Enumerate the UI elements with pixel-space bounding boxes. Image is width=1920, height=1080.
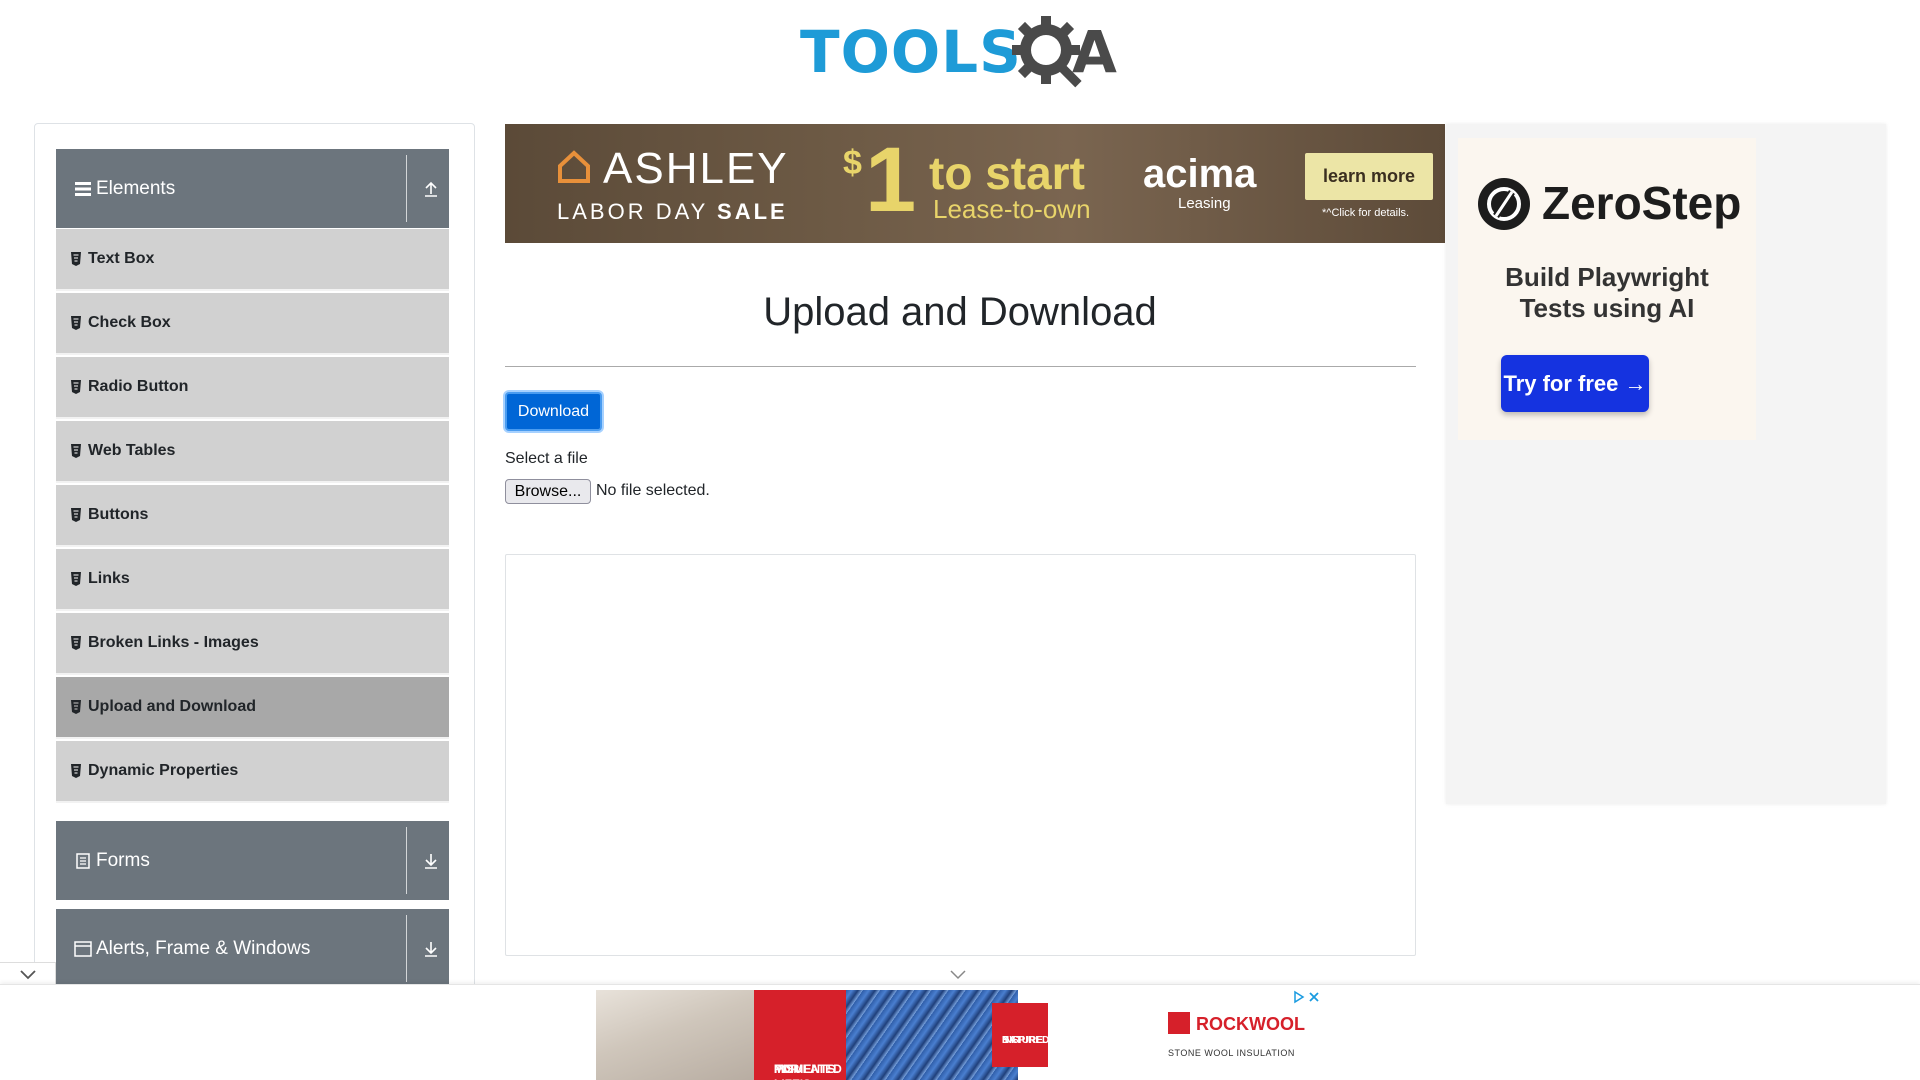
group-alerts-label: Alerts, Frame & Windows <box>96 937 311 959</box>
logo-word: TOOLS <box>800 18 1022 86</box>
sidebar-item-text-box[interactable]: Text Box <box>56 229 449 291</box>
adchoices-icon[interactable] <box>1293 990 1321 1004</box>
sidebar-item-buttons[interactable]: Buttons <box>56 485 449 547</box>
sidebar-item-web-tables[interactable]: Web Tables <box>56 421 449 483</box>
expand-arrow-icon[interactable] <box>412 821 449 900</box>
sidebar: Elements Text Box Check Box Radio Button… <box>34 123 475 1023</box>
ad-price: 1 <box>865 129 917 231</box>
sidebar-item-links[interactable]: Links <box>56 549 449 611</box>
group-forms-label: Forms <box>96 849 150 871</box>
hamburger-icon <box>74 180 92 198</box>
house-icon <box>558 150 590 183</box>
sidebar-item-label: Broken Links - Images <box>88 634 259 651</box>
ad-brand-sub: STONE WOOL INSULATION <box>1168 1048 1295 1058</box>
html5-icon <box>71 380 81 394</box>
top-banner-ad[interactable]: ASHLEY LABOR DAY SALE $ 1 to start Lease… <box>505 124 1445 243</box>
uploaded-file-output <box>505 554 1416 956</box>
right-sidebar-ad[interactable]: ZeroStep Build Playwright Tests using AI… <box>1446 124 1886 804</box>
document-icon <box>74 852 92 870</box>
html5-icon <box>71 764 81 778</box>
group-elements-header[interactable]: Elements <box>56 149 449 228</box>
sidebar-item-label: Dynamic Properties <box>88 762 239 779</box>
sidebar-item-upload-download[interactable]: Upload and Download <box>56 677 449 739</box>
expand-arrow-icon[interactable] <box>412 909 449 988</box>
group-separator <box>406 827 407 894</box>
browse-button[interactable]: Browse... <box>505 479 591 504</box>
group-separator <box>406 915 407 982</box>
ad-partner-sub: Leasing <box>1178 195 1231 212</box>
html5-icon <box>71 316 81 330</box>
sidebar-item-label: Upload and Download <box>88 698 256 715</box>
title-divider <box>505 366 1416 367</box>
download-button[interactable]: Download <box>505 392 602 431</box>
sidebar-item-dynamic-properties[interactable]: Dynamic Properties <box>56 741 449 803</box>
window-icon <box>74 940 92 958</box>
logo-a: A <box>1072 18 1117 86</box>
chevron-down-icon <box>19 970 36 980</box>
ad-learn-more-button[interactable]: learn more <box>1305 153 1433 200</box>
ad-tagline: Build Playwright Tests using AI <box>1505 262 1709 323</box>
html5-icon <box>71 700 81 714</box>
sidebar-item-label: Text Box <box>88 250 155 267</box>
ad-brand: ROCKWOOL <box>1196 1014 1305 1034</box>
sidebar-item-check-box[interactable]: Check Box <box>56 293 449 355</box>
sidebar-item-label: Buttons <box>88 506 149 523</box>
ad-details: *^Click for details. <box>1322 207 1410 219</box>
ad-badge: INSPIRED BY NATURE. <box>992 1003 1049 1067</box>
ad-sale: LABOR DAY SALE <box>557 199 788 224</box>
group-separator <box>406 155 407 222</box>
group-alerts-header[interactable]: Alerts, Frame & Windows <box>56 909 449 988</box>
chevron-down-icon[interactable] <box>950 970 966 980</box>
file-status: No file selected. <box>596 482 710 499</box>
rockwool-logo-icon <box>1168 1012 1190 1034</box>
sidebar-item-label: Radio Button <box>88 378 189 395</box>
sidebar-item-radio-button[interactable]: Radio Button <box>56 357 449 419</box>
ad-red-panel: INSULATEDFOR LIFE'SMOMENTS. <box>754 990 846 1080</box>
sidebar-item-label: Check Box <box>88 314 171 331</box>
ad-lease: Lease-to-own <box>933 194 1091 224</box>
zerostep-logo-icon <box>1478 178 1530 230</box>
html5-icon <box>71 252 81 266</box>
group-elements-label: Elements <box>96 177 176 199</box>
sidebar-item-broken-links[interactable]: Broken Links - Images <box>56 613 449 675</box>
bottom-banner-ad[interactable]: INSULATEDFOR LIFE'SMOMENTS. INSPIREDBYNA… <box>596 990 1323 1080</box>
try-for-free-button[interactable]: Try for free → <box>1501 355 1649 412</box>
ad-photo <box>596 990 754 1080</box>
toolsqa-logo[interactable]: TOOLS A <box>800 14 1125 94</box>
collapse-arrow-icon[interactable] <box>412 149 449 228</box>
sidebar-item-label: Web Tables <box>88 442 176 459</box>
html5-icon <box>71 572 81 586</box>
page-title: Upload and Download <box>763 290 1157 334</box>
ad-brand: ZeroStep <box>1542 177 1742 229</box>
ad-to-start: to start <box>929 147 1085 199</box>
ad-brand: ASHLEY <box>603 144 789 193</box>
html5-icon <box>71 636 81 650</box>
sidebar-item-label: Links <box>88 570 130 587</box>
ad-partner: acima <box>1143 152 1257 196</box>
html5-icon <box>71 508 81 522</box>
ad-dollar: $ <box>843 144 862 182</box>
group-forms-header[interactable]: Forms <box>56 821 449 900</box>
html5-icon <box>71 444 81 458</box>
select-file-label: Select a file <box>505 450 588 467</box>
